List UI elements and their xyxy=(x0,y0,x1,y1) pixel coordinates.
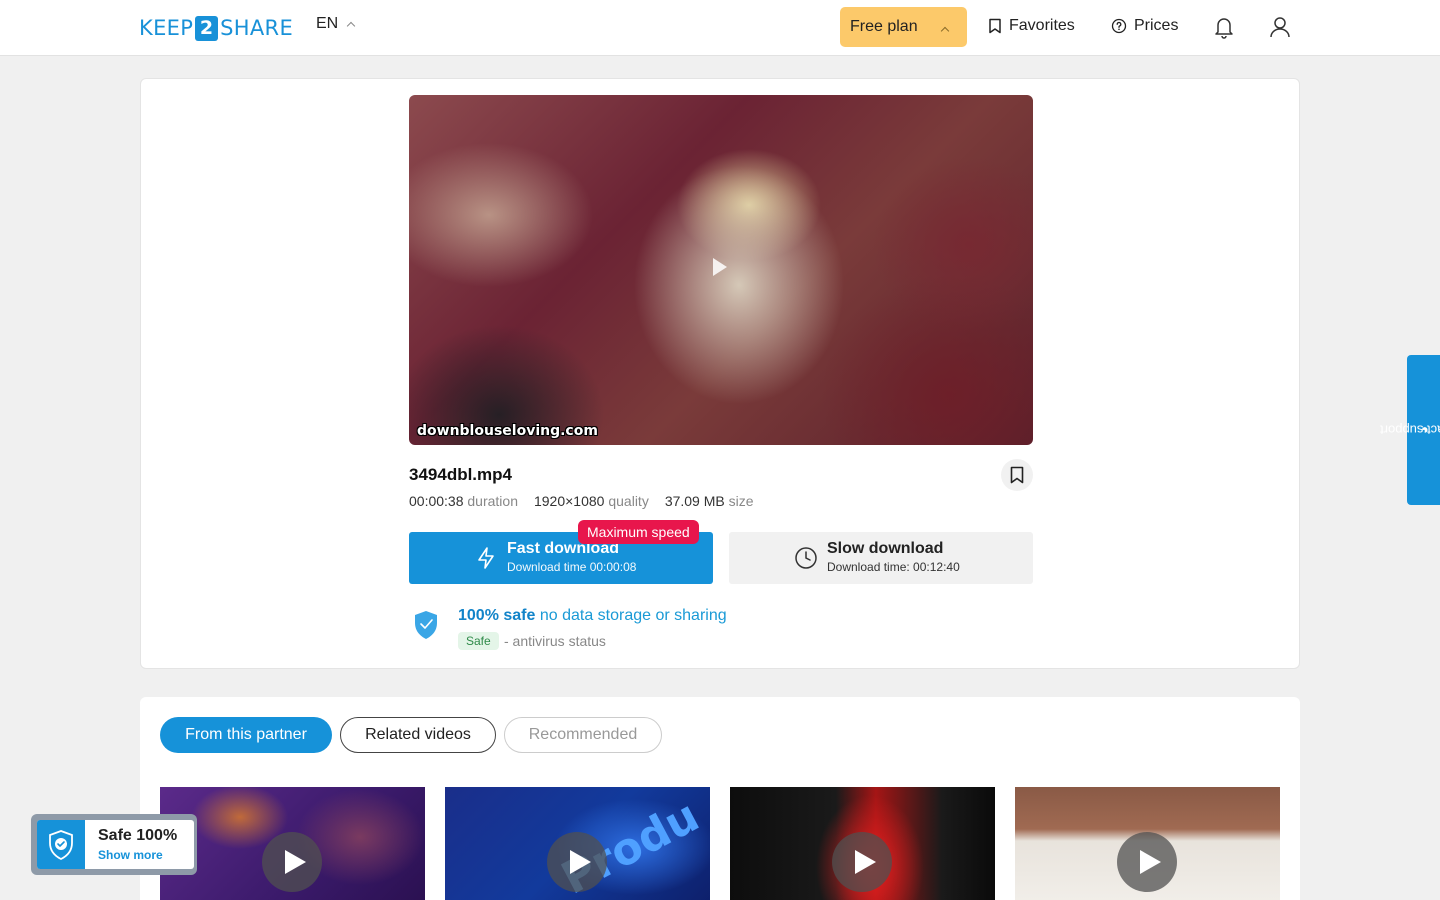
video-watermark: downblouseloving.com xyxy=(417,423,598,439)
play-icon xyxy=(713,258,727,276)
tab-recommended[interactable]: Recommended xyxy=(504,717,662,753)
safe-widget-icon-box xyxy=(37,820,85,869)
chevron-up-icon xyxy=(940,26,950,36)
video-thumbnail[interactable] xyxy=(160,787,425,900)
safety-headline: 100% safe no data storage or sharing xyxy=(458,607,727,625)
file-name: 3494dbl.mp4 xyxy=(409,465,512,484)
keep2share-logo[interactable]: KEEP 2 SHARE xyxy=(139,14,293,42)
play-button-icon xyxy=(547,832,607,892)
free-plan-button[interactable]: Free plan xyxy=(840,7,967,47)
language-selector[interactable]: EN xyxy=(316,15,356,33)
quality-label: quality xyxy=(608,493,649,509)
bookmark-icon xyxy=(989,18,1001,34)
bookmark-icon xyxy=(1010,466,1024,484)
file-card: downblouseloving.com 3494dbl.mp4 00:00:3… xyxy=(140,78,1300,669)
play-button-icon xyxy=(262,832,322,892)
video-preview[interactable]: downblouseloving.com xyxy=(409,95,1033,445)
tab-from-this-partner[interactable]: From this partner xyxy=(160,717,332,753)
contact-support-label: ◕ contact support xyxy=(1379,423,1440,438)
plan-label: Free plan xyxy=(850,18,918,35)
duration-label: duration xyxy=(467,493,518,509)
logo-text-2: 2 xyxy=(195,15,219,41)
favorites-label: Favorites xyxy=(1009,17,1075,34)
prices-label: Prices xyxy=(1134,17,1179,34)
slow-download-label: Slow download xyxy=(827,540,944,557)
chevron-up-icon xyxy=(346,21,356,31)
user-icon[interactable] xyxy=(1269,15,1291,39)
bell-icon[interactable] xyxy=(1213,15,1235,39)
favorites-link[interactable]: Favorites xyxy=(988,17,1075,35)
video-thumbnail[interactable] xyxy=(730,787,995,900)
video-thumbnail[interactable]: Produ xyxy=(445,787,710,900)
language-label: EN xyxy=(316,15,339,32)
size-label: size xyxy=(728,493,754,509)
quality-info: 1920×1080 quality xyxy=(534,493,649,509)
file-meta: 00:00:38 duration 1920×1080 quality 37.0… xyxy=(409,493,754,509)
safety-headline-bold: 100% safe xyxy=(458,607,536,624)
duration-info: 00:00:38 duration xyxy=(409,493,518,509)
related-videos-card: From this partner Related videos Recomme… xyxy=(140,697,1300,900)
fast-download-time: Download time 00:00:08 xyxy=(507,560,637,574)
safety-headline-rest: no data storage or sharing xyxy=(539,607,727,624)
video-thumbnail[interactable] xyxy=(1015,787,1280,900)
prices-link[interactable]: Prices xyxy=(1111,17,1178,35)
slow-download-time: Download time: 00:12:40 xyxy=(827,560,960,574)
logo-text-keep: KEEP xyxy=(139,16,194,40)
play-button-icon xyxy=(832,832,892,892)
maximum-speed-badge: Maximum speed xyxy=(578,520,699,544)
antivirus-status-text: - antivirus status xyxy=(504,633,606,649)
safe-widget-body: Safe 100% Show more xyxy=(37,820,194,869)
top-header: KEEP 2 SHARE EN Free plan Favorites Prices xyxy=(0,0,1440,56)
quality-value: 1920×1080 xyxy=(533,493,605,509)
shield-check-icon xyxy=(49,829,73,860)
question-circle-icon xyxy=(1111,18,1127,34)
clock-icon xyxy=(795,547,817,569)
logo-text-share: SHARE xyxy=(220,16,294,40)
antivirus-safe-badge: Safe xyxy=(458,632,499,650)
slow-download-button[interactable]: Slow download Download time: 00:12:40 xyxy=(729,532,1033,584)
size-value: 37.09 MB xyxy=(664,493,725,509)
safe-100-widget[interactable]: Safe 100% Show more xyxy=(31,814,197,875)
contact-support-text: contact support xyxy=(1379,422,1440,438)
play-button-icon xyxy=(1117,832,1177,892)
duration-value: 00:00:38 xyxy=(409,493,464,509)
size-info: 37.09 MB size xyxy=(665,493,754,509)
tab-related-videos[interactable]: Related videos xyxy=(340,717,496,753)
safe-widget-title: Safe 100% xyxy=(98,827,178,844)
lightning-icon xyxy=(478,547,494,569)
add-to-favorites-button[interactable] xyxy=(1001,459,1033,491)
show-more-link[interactable]: Show more xyxy=(98,848,163,862)
shield-check-icon xyxy=(415,611,437,639)
contact-support-tab[interactable]: ◕ contact support xyxy=(1379,355,1440,505)
